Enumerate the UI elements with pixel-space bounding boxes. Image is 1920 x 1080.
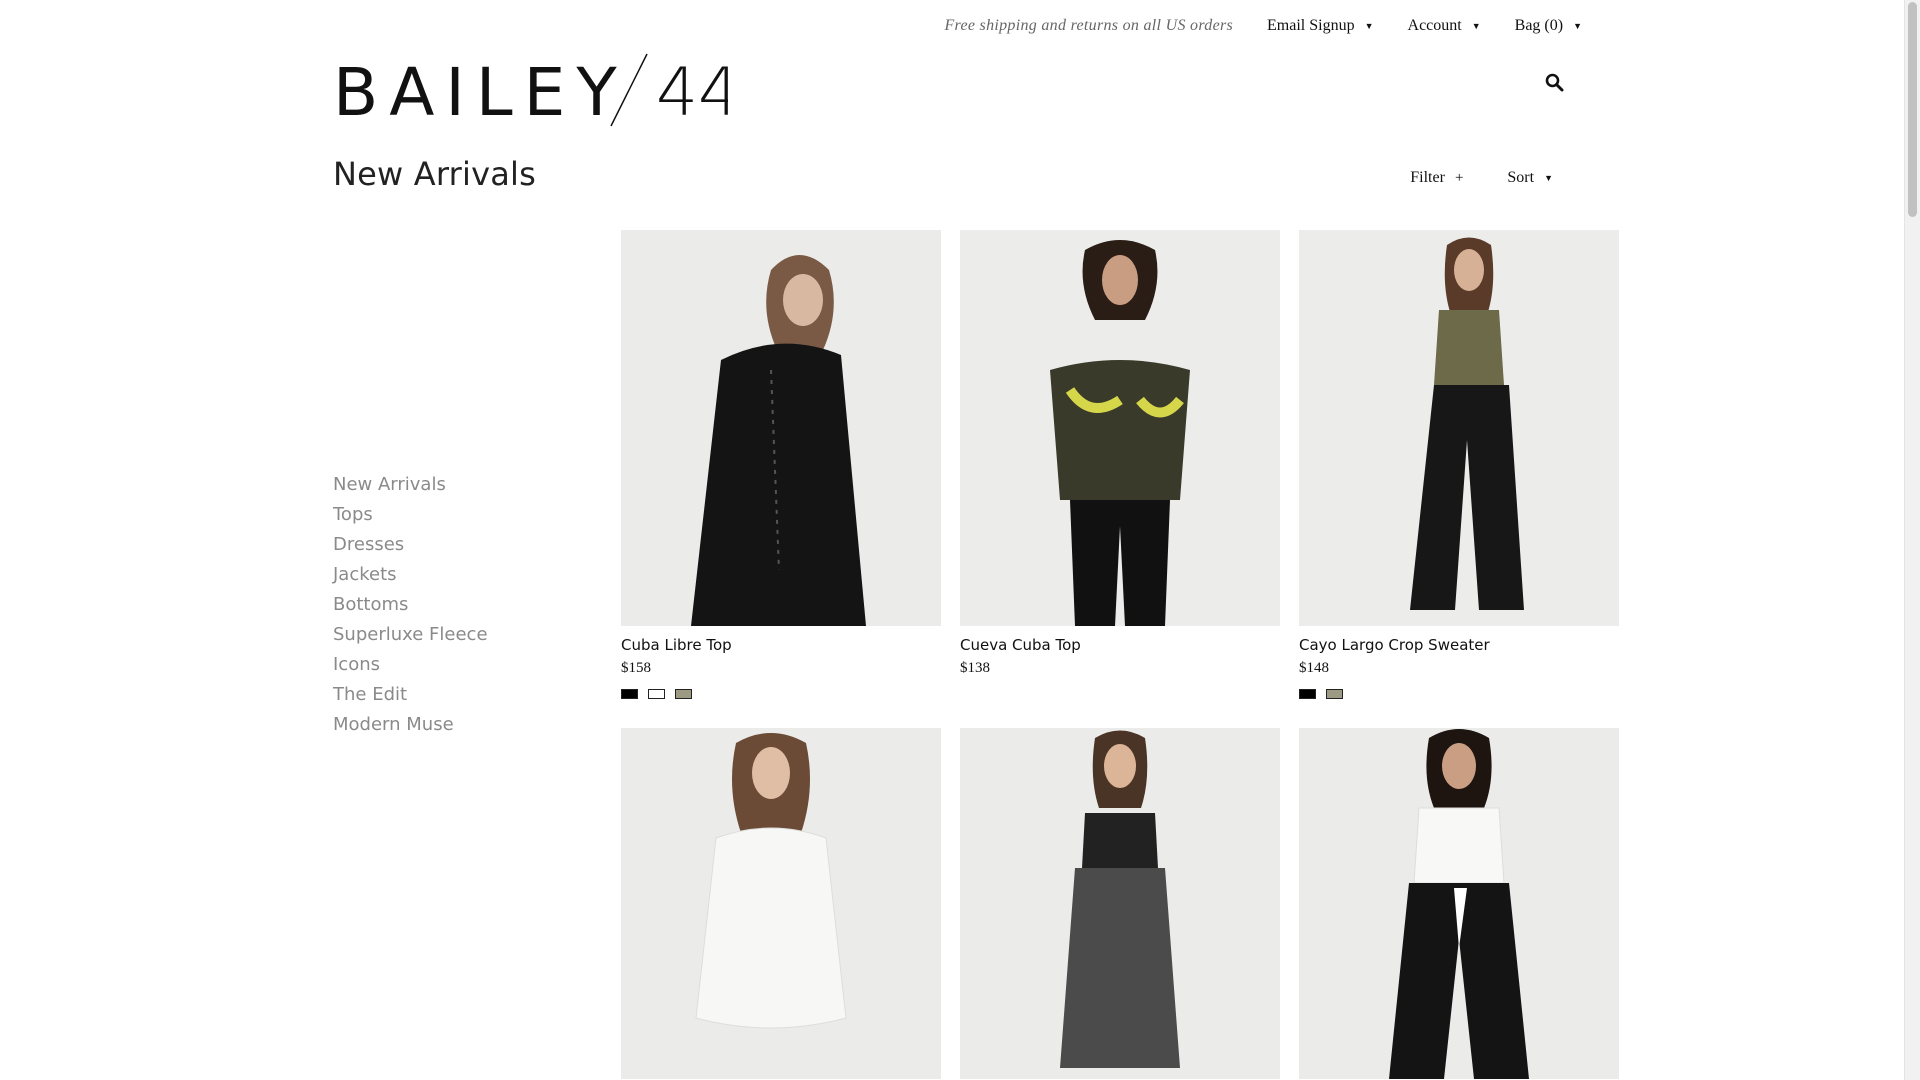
caret-down-icon: ▼ [1544, 172, 1553, 183]
product-photo-placeholder [960, 728, 1280, 1079]
promo-text: Free shipping and returns on all US orde… [944, 17, 1234, 34]
product-card [960, 728, 1280, 1079]
account-dropdown[interactable]: Account ▼ [1408, 17, 1481, 35]
sidebar-item-tops[interactable]: Tops [333, 502, 488, 532]
product-photo-placeholder [960, 230, 1280, 626]
sidebar-item-new-arrivals[interactable]: New Arrivals [333, 472, 488, 502]
product-photo-placeholder [1299, 230, 1619, 626]
sidebar-item-jackets[interactable]: Jackets [333, 562, 488, 592]
utility-bar: Free shipping and returns on all US orde… [944, 14, 1582, 38]
brand-logo[interactable]: BAILEY 44 [333, 52, 728, 127]
product-grid: Cuba Libre Top $158 Cueva Cuba Top $138 [621, 230, 1619, 1079]
product-photo-placeholder [1299, 728, 1619, 1079]
product-name[interactable]: Cueva Cuba Top [960, 636, 1280, 654]
logo-wordmark: BAILEY [333, 54, 628, 127]
sidebar-item-bottoms[interactable]: Bottoms [333, 592, 488, 622]
sidebar-item-the-edit[interactable]: The Edit [333, 682, 488, 712]
product-image[interactable] [621, 728, 941, 1079]
sort-label: Sort [1507, 169, 1535, 186]
product-image[interactable] [1299, 230, 1619, 626]
sidebar-item-icons[interactable]: Icons [333, 652, 488, 682]
caret-down-icon: ▼ [1364, 20, 1374, 31]
product-image[interactable] [621, 230, 941, 626]
sidebar-item-dresses[interactable]: Dresses [333, 532, 488, 562]
product-card: Cueva Cuba Top $138 [960, 230, 1280, 699]
product-price: $148 [1299, 660, 1329, 676]
caret-down-icon: ▼ [1471, 20, 1481, 31]
product-price: $158 [621, 660, 651, 676]
page-scrollbar[interactable] [1904, 0, 1920, 1080]
product-card [621, 728, 941, 1079]
color-swatches [960, 689, 1280, 699]
product-photo-placeholder [621, 728, 941, 1079]
product-image[interactable] [960, 230, 1280, 626]
scrollbar-thumb[interactable] [1908, 2, 1917, 217]
sidebar-item-modern-muse[interactable]: Modern Muse [333, 712, 488, 742]
swatch-white[interactable] [648, 689, 665, 699]
bag-label: Bag (0) [1514, 17, 1564, 34]
product-card: Cayo Largo Crop Sweater $148 [1299, 230, 1619, 699]
search-icon[interactable] [1544, 72, 1566, 94]
product-price: $138 [960, 660, 990, 676]
product-image[interactable] [960, 728, 1280, 1079]
swatch-olive[interactable] [675, 689, 692, 699]
filter-label: Filter [1410, 169, 1445, 186]
sort-button[interactable]: Sort ▼ [1507, 169, 1553, 187]
caret-down-icon: ▼ [1573, 20, 1582, 31]
swatch-black[interactable] [621, 689, 638, 699]
sidebar-item-superluxe-fleece[interactable]: Superluxe Fleece [333, 622, 488, 652]
product-image[interactable] [1299, 728, 1619, 1079]
color-swatches [621, 689, 941, 699]
email-signup-dropdown[interactable]: Email Signup ▼ [1267, 17, 1373, 35]
product-card: Cuba Libre Top $158 [621, 230, 941, 699]
product-name[interactable]: Cuba Libre Top [621, 636, 941, 654]
account-label: Account [1407, 17, 1462, 34]
product-name[interactable]: Cayo Largo Crop Sweater [1299, 636, 1619, 654]
bag-dropdown[interactable]: Bag (0) ▼ [1515, 17, 1582, 35]
color-swatches [1299, 689, 1619, 699]
email-signup-label: Email Signup [1267, 17, 1355, 34]
swatch-black[interactable] [1299, 689, 1316, 699]
listing-tools: Filter + Sort ▼ [1410, 169, 1553, 187]
swatch-olive[interactable] [1326, 689, 1343, 699]
plus-icon: + [1454, 169, 1464, 186]
logo-number: 44 [656, 54, 728, 127]
page-title: New Arrivals [333, 155, 537, 193]
product-card [1299, 728, 1619, 1079]
filter-button[interactable]: Filter + [1410, 169, 1463, 187]
category-sidebar: New Arrivals Tops Dresses Jackets Bottom… [333, 472, 488, 742]
product-photo-placeholder [621, 230, 941, 626]
